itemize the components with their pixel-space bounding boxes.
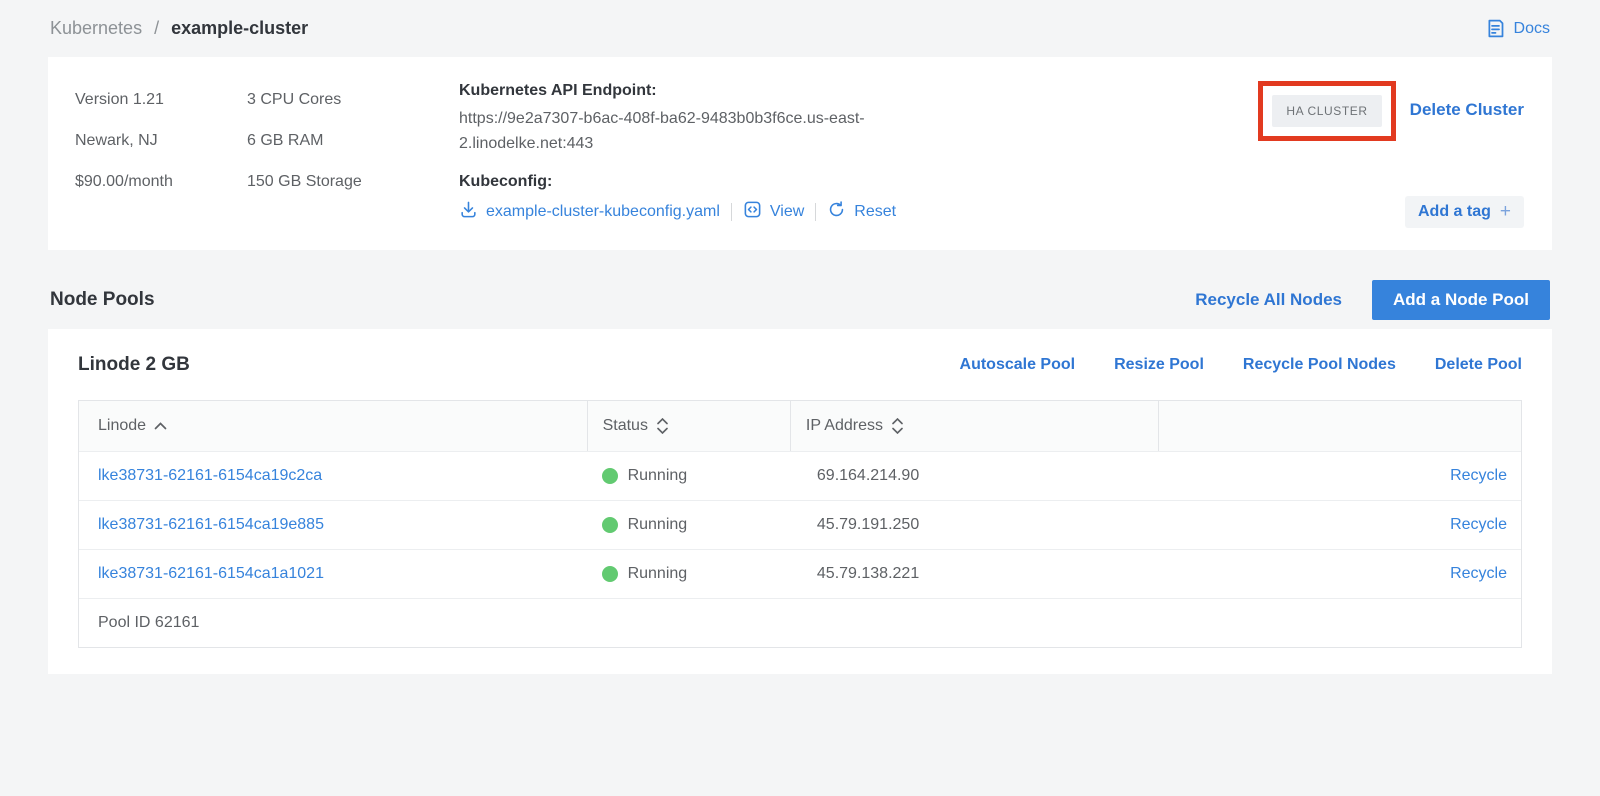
status-text: Running — [628, 565, 688, 583]
node-ip-cell: 69.164.214.90 — [790, 467, 1158, 485]
download-icon — [459, 200, 478, 224]
node-pools-title: Node Pools — [50, 289, 155, 311]
sort-both-icon — [891, 418, 904, 434]
red-highlight-box: HA CLUSTER — [1258, 81, 1395, 141]
pool-name: Linode 2 GB — [78, 354, 190, 376]
spec-column-2: 3 CPU Cores 6 GB RAM 150 GB Storage — [247, 79, 459, 228]
spec-column-1: Version 1.21 Newark, NJ $90.00/month — [75, 79, 247, 228]
recycle-node-link[interactable]: Recycle — [1450, 467, 1507, 484]
linode-column-label: Linode — [98, 417, 146, 435]
pool-panel: Linode 2 GB Autoscale Pool Resize Pool R… — [48, 329, 1552, 674]
kubeconfig-actions: example-cluster-kubeconfig.yaml View — [459, 200, 1202, 224]
docs-label: Docs — [1514, 20, 1550, 38]
docs-link[interactable]: Docs — [1485, 18, 1550, 39]
add-node-pool-button[interactable]: Add a Node Pool — [1372, 280, 1550, 320]
breadcrumb-kubernetes-link[interactable]: Kubernetes — [50, 18, 142, 38]
node-name-cell: lke38731-62161-6154ca19e885 — [79, 516, 587, 534]
pool-actions: Autoscale Pool Resize Pool Recycle Pool … — [960, 356, 1522, 374]
kubeconfig-view-link[interactable]: View — [743, 200, 804, 224]
column-header-ip-address[interactable]: IP Address — [790, 401, 1158, 451]
add-tag-button[interactable]: Add a tag + — [1405, 196, 1524, 228]
ha-cluster-badge: HA CLUSTER — [1272, 95, 1381, 127]
node-link[interactable]: lke38731-62161-6154ca19e885 — [98, 516, 324, 533]
node-table: Linode Status IP Address — [78, 400, 1522, 648]
node-action-cell: Recycle — [1158, 516, 1521, 534]
kubeconfig-reset-link[interactable]: Reset — [827, 200, 896, 224]
topbar: Kubernetes / example-cluster Docs — [48, 0, 1552, 57]
status-running-icon — [602, 468, 618, 484]
node-name-cell: lke38731-62161-6154ca1a1021 — [79, 565, 587, 583]
sort-both-icon — [656, 418, 669, 434]
node-status-cell: Running — [587, 467, 790, 485]
breadcrumb-cluster-name: example-cluster — [171, 18, 308, 38]
node-link[interactable]: lke38731-62161-6154ca19c2ca — [98, 467, 322, 484]
api-endpoint-url: https://9e2a7307-b6ac-408f-ba62-9483b0b3… — [459, 107, 904, 157]
node-action-cell: Recycle — [1158, 565, 1521, 583]
recycle-node-link[interactable]: Recycle — [1450, 516, 1507, 533]
node-status-cell: Running — [587, 516, 790, 534]
reset-icon — [827, 200, 846, 224]
cluster-region: Newark, NJ — [75, 120, 247, 161]
autoscale-pool-link[interactable]: Autoscale Pool — [960, 356, 1076, 374]
recycle-all-nodes-link[interactable]: Recycle All Nodes — [1195, 290, 1342, 310]
pool-header: Linode 2 GB Autoscale Pool Resize Pool R… — [78, 329, 1522, 400]
cluster-version: Version 1.21 — [75, 79, 247, 120]
status-running-icon — [602, 517, 618, 533]
table-row: lke38731-62161-6154ca1a1021 Running 45.7… — [79, 549, 1521, 598]
column-header-linode[interactable]: Linode — [79, 401, 587, 451]
cluster-price: $90.00/month — [75, 161, 247, 202]
breadcrumb-separator: / — [154, 18, 159, 38]
column-header-actions — [1158, 401, 1521, 451]
table-row: lke38731-62161-6154ca19e885 Running 45.7… — [79, 500, 1521, 549]
status-column-label: Status — [603, 417, 648, 435]
pool-id-footer: Pool ID 62161 — [79, 598, 1521, 647]
status-running-icon — [602, 566, 618, 582]
column-header-status[interactable]: Status — [587, 401, 790, 451]
recycle-pool-nodes-link[interactable]: Recycle Pool Nodes — [1243, 356, 1396, 374]
status-text: Running — [628, 467, 688, 485]
node-action-cell: Recycle — [1158, 467, 1521, 485]
code-icon — [743, 200, 762, 224]
docs-icon — [1485, 18, 1506, 39]
reset-label: Reset — [854, 203, 896, 221]
kubeconfig-filename: example-cluster-kubeconfig.yaml — [486, 203, 720, 221]
table-row: lke38731-62161-6154ca19c2ca Running 69.1… — [79, 451, 1521, 500]
recycle-node-link[interactable]: Recycle — [1450, 565, 1507, 582]
cluster-cpu: 3 CPU Cores — [247, 79, 459, 120]
kubeconfig-download-link[interactable]: example-cluster-kubeconfig.yaml — [459, 200, 720, 224]
cluster-ram: 6 GB RAM — [247, 120, 459, 161]
node-pools-header: Node Pools Recycle All Nodes Add a Node … — [50, 280, 1550, 320]
kubernetes-cluster-detail-page: Kubernetes / example-cluster Docs Versio… — [0, 0, 1600, 674]
node-status-cell: Running — [587, 565, 790, 583]
ip-column-label: IP Address — [806, 417, 883, 435]
summary-right-column: HA CLUSTER Delete Cluster Add a tag + — [1202, 79, 1524, 228]
resize-pool-link[interactable]: Resize Pool — [1114, 356, 1204, 374]
cluster-summary-panel: Version 1.21 Newark, NJ $90.00/month 3 C… — [48, 57, 1552, 250]
node-ip-cell: 45.79.138.221 — [790, 565, 1158, 583]
delete-pool-link[interactable]: Delete Pool — [1435, 356, 1522, 374]
cluster-storage: 150 GB Storage — [247, 161, 459, 202]
status-text: Running — [628, 516, 688, 534]
node-name-cell: lke38731-62161-6154ca19c2ca — [79, 467, 587, 485]
node-ip-cell: 45.79.191.250 — [790, 516, 1158, 534]
api-endpoint-label: Kubernetes API Endpoint: — [459, 82, 1202, 100]
plus-icon: + — [1500, 205, 1511, 219]
kubeconfig-label: Kubeconfig: — [459, 173, 1202, 191]
delete-cluster-link[interactable]: Delete Cluster — [1410, 100, 1524, 120]
add-tag-label: Add a tag — [1418, 203, 1491, 221]
ha-row: HA CLUSTER Delete Cluster — [1258, 79, 1524, 141]
sort-ascending-icon — [154, 422, 167, 430]
endpoint-block: Kubernetes API Endpoint: https://9e2a730… — [459, 79, 1202, 228]
node-pools-actions: Recycle All Nodes Add a Node Pool — [1195, 280, 1550, 320]
divider — [815, 203, 816, 221]
node-link[interactable]: lke38731-62161-6154ca1a1021 — [98, 565, 324, 582]
breadcrumb: Kubernetes / example-cluster — [50, 18, 308, 39]
view-label: View — [770, 203, 804, 221]
table-header-row: Linode Status IP Address — [79, 401, 1521, 451]
divider — [731, 203, 732, 221]
